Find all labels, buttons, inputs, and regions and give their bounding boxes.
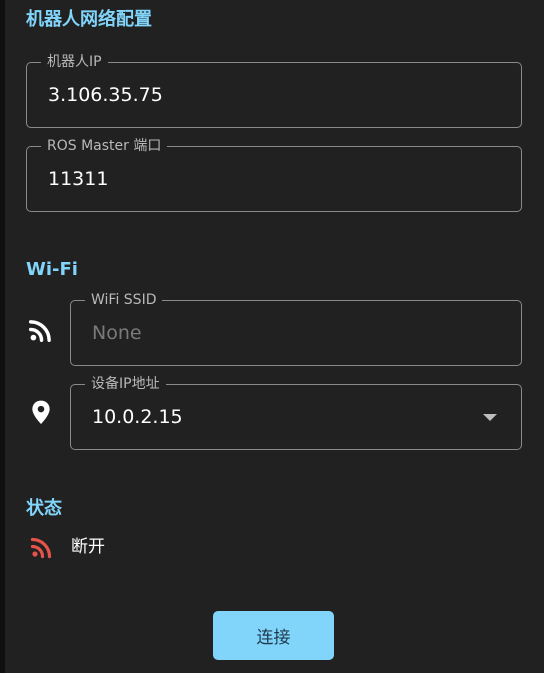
ros-master-port-input[interactable] <box>48 147 468 211</box>
ros-master-port-field[interactable]: ROS Master 端口 <box>26 137 522 212</box>
wifi-ssid-field[interactable]: WiFi SSID <box>70 291 522 366</box>
wifi-icon <box>28 320 51 343</box>
wifi-title: Wi-Fi <box>26 259 78 280</box>
device-ip-value: 10.0.2.15 <box>92 406 183 428</box>
chevron-down-icon[interactable] <box>483 414 497 421</box>
status-text: 断开 <box>71 537 105 557</box>
location-pin-icon <box>32 400 50 424</box>
status-title: 状态 <box>26 498 62 519</box>
robot-ip-field[interactable]: 机器人IP <box>26 53 522 128</box>
device-ip-select[interactable]: 设备IP地址 10.0.2.15 <box>70 375 522 450</box>
robot-ip-input[interactable] <box>48 63 468 127</box>
settings-panel: 机器人网络配置 机器人IP ROS Master 端口 Wi-Fi WiFi S… <box>5 0 544 673</box>
wifi-disconnected-icon <box>30 537 52 559</box>
connect-button[interactable]: 连接 <box>213 611 334 660</box>
robot-network-title: 机器人网络配置 <box>26 9 152 30</box>
wifi-ssid-input[interactable] <box>92 301 512 365</box>
